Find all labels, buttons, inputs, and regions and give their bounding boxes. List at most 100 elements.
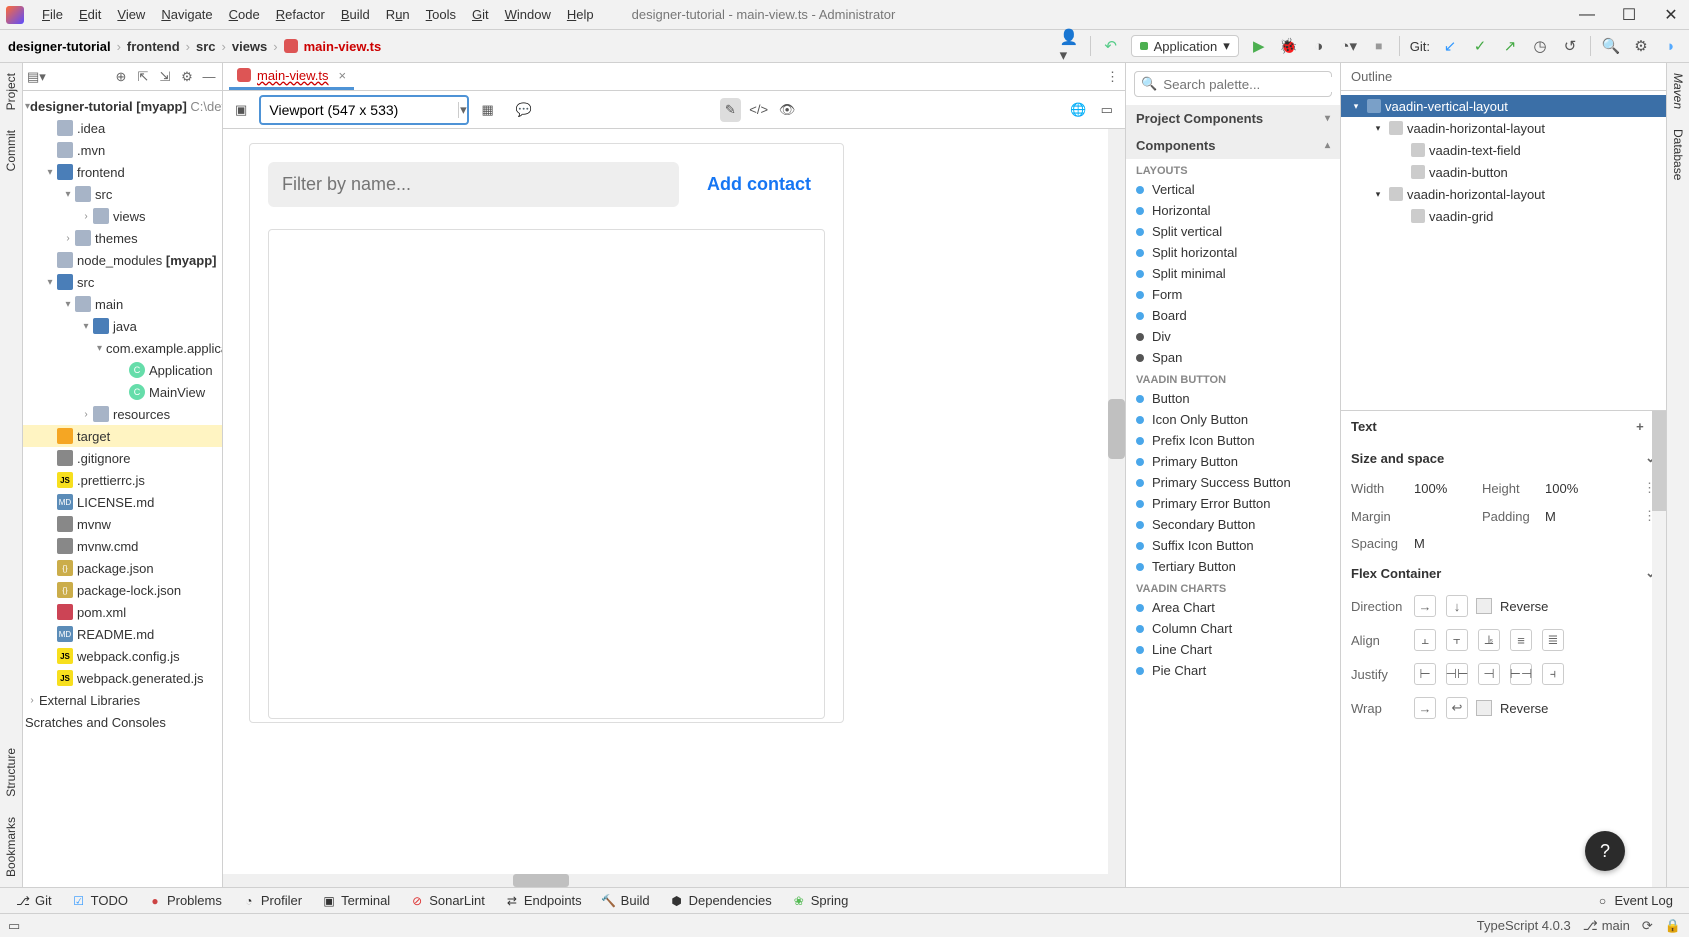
justify-center-icon[interactable]: ⊣⊢: [1446, 663, 1468, 685]
palette-item[interactable]: Split vertical: [1126, 221, 1340, 242]
add-contact-button[interactable]: Add contact: [693, 164, 825, 205]
design-canvas[interactable]: Add contact: [249, 143, 844, 723]
palette-item[interactable]: Button: [1126, 388, 1340, 409]
align-center-icon[interactable]: ⫟: [1446, 629, 1468, 651]
palette-item[interactable]: Horizontal: [1126, 200, 1340, 221]
palette-item[interactable]: Prefix Icon Button: [1126, 430, 1340, 451]
direction-col-icon[interactable]: ↓: [1446, 595, 1468, 617]
palette-item[interactable]: Primary Button: [1126, 451, 1340, 472]
collapse-icon[interactable]: ⇲: [156, 69, 174, 85]
code-mode-icon[interactable]: </>: [749, 98, 769, 122]
spacing-field[interactable]: M: [1414, 536, 1474, 551]
expand-icon[interactable]: ⇱: [134, 69, 152, 85]
palette-item[interactable]: Line Chart: [1126, 639, 1340, 660]
width-field[interactable]: 100%: [1414, 481, 1474, 496]
tree-item[interactable]: mvnw: [23, 513, 222, 535]
status-icon[interactable]: ▭: [8, 918, 20, 934]
bottom-eventlog[interactable]: ○Event Log: [1587, 891, 1681, 910]
menu-window[interactable]: Window: [497, 3, 559, 26]
debug-icon[interactable]: 🐞: [1279, 36, 1299, 56]
tree-item[interactable]: {}package-lock.json: [23, 579, 222, 601]
outline-item[interactable]: vaadin-text-field: [1341, 139, 1666, 161]
tab-main-view[interactable]: main-view.ts ×: [229, 63, 354, 90]
coverage-icon[interactable]: ◑: [1309, 36, 1329, 56]
tree-item[interactable]: CApplication: [23, 359, 222, 381]
preview-mode-icon[interactable]: 👁: [777, 98, 797, 122]
search-icon[interactable]: 🔍: [1601, 36, 1621, 56]
reverse-checkbox[interactable]: [1476, 598, 1492, 614]
panel-icon[interactable]: ▭: [1097, 98, 1117, 122]
palette-item[interactable]: Suffix Icon Button: [1126, 535, 1340, 556]
outline-tree[interactable]: ▾vaadin-vertical-layout▾vaadin-horizonta…: [1341, 91, 1666, 411]
outline-item[interactable]: ▾vaadin-horizontal-layout: [1341, 117, 1666, 139]
align-end-icon[interactable]: ⫡: [1478, 629, 1500, 651]
add-icon[interactable]: +: [1636, 419, 1644, 434]
tree-item[interactable]: .idea: [23, 117, 222, 139]
menu-refactor[interactable]: Refactor: [268, 3, 333, 26]
git-history-icon[interactable]: ◷: [1530, 36, 1550, 56]
palette-section-project[interactable]: Project Components▾: [1126, 105, 1340, 132]
git-push-icon[interactable]: ↗: [1500, 36, 1520, 56]
tree-item[interactable]: ›resources: [23, 403, 222, 425]
palette-item[interactable]: Pie Chart: [1126, 660, 1340, 681]
run-icon[interactable]: ▶: [1249, 36, 1269, 56]
viewport-input[interactable]: [261, 102, 458, 118]
grid-placeholder[interactable]: [268, 229, 825, 719]
maximize-icon[interactable]: ☐: [1617, 5, 1641, 25]
tree-item[interactable]: ▾frontend: [23, 161, 222, 183]
tree-item[interactable]: node_modules [myapp]: [23, 249, 222, 271]
tree-item[interactable]: pom.xml: [23, 601, 222, 623]
gutter-project[interactable]: Project: [4, 63, 18, 120]
hammer-icon[interactable]: ↶: [1101, 36, 1121, 56]
palette-item[interactable]: Primary Success Button: [1126, 472, 1340, 493]
breadcrumb[interactable]: designer-tutorial› frontend› src› views›…: [8, 39, 381, 54]
palette-item[interactable]: Column Chart: [1126, 618, 1340, 639]
tree-item[interactable]: MDREADME.md: [23, 623, 222, 645]
tree-item[interactable]: ▾com.example.applica: [23, 337, 222, 359]
tree-item[interactable]: ▾java: [23, 315, 222, 337]
justify-around-icon[interactable]: ⫞: [1542, 663, 1564, 685]
profile-icon[interactable]: ◔▾: [1339, 36, 1359, 56]
height-field[interactable]: 100%: [1545, 481, 1605, 496]
gutter-maven[interactable]: Maven: [1671, 63, 1685, 119]
palette-item[interactable]: Primary Error Button: [1126, 493, 1340, 514]
palette-item[interactable]: Vertical: [1126, 179, 1340, 200]
props-size-section[interactable]: Size and space ⌄: [1341, 442, 1666, 474]
edit-mode-icon[interactable]: ✎: [720, 98, 740, 122]
menu-tools[interactable]: Tools: [418, 3, 464, 26]
bottom-sonarlint[interactable]: ⊘SonarLint: [402, 891, 493, 910]
outline-item[interactable]: vaadin-button: [1341, 161, 1666, 183]
outline-item[interactable]: vaadin-grid: [1341, 205, 1666, 227]
align-baseline-icon[interactable]: ≣: [1542, 629, 1564, 651]
tree-item[interactable]: target: [23, 425, 222, 447]
close-icon[interactable]: ✕: [1659, 5, 1683, 25]
add-icon[interactable]: ⊕: [112, 69, 130, 85]
gutter-structure[interactable]: Structure: [4, 738, 18, 807]
project-view-icon[interactable]: ▤▾: [27, 69, 45, 85]
palette-item[interactable]: Div: [1126, 326, 1340, 347]
tree-item[interactable]: MDLICENSE.md: [23, 491, 222, 513]
palette-item[interactable]: Form: [1126, 284, 1340, 305]
status-lock-icon[interactable]: 🔒: [1665, 918, 1681, 934]
close-tab-icon[interactable]: ×: [339, 68, 347, 83]
gutter-commit[interactable]: Commit: [4, 120, 18, 181]
align-start-icon[interactable]: ⫠: [1414, 629, 1436, 651]
wrap-reverse-checkbox[interactable]: [1476, 700, 1492, 716]
chevron-down-icon[interactable]: ▾: [458, 102, 467, 118]
palette-item[interactable]: Span: [1126, 347, 1340, 368]
filter-input[interactable]: [268, 162, 679, 207]
viewport-dropdown[interactable]: ▾: [259, 95, 469, 125]
run-config-dropdown[interactable]: Application ▾: [1131, 35, 1239, 57]
gutter-bookmarks[interactable]: Bookmarks: [4, 807, 18, 887]
tree-item[interactable]: .gitignore: [23, 447, 222, 469]
outline-item[interactable]: ▾vaadin-vertical-layout: [1341, 95, 1666, 117]
menu-file[interactable]: File: [34, 3, 71, 26]
stop-icon[interactable]: ■: [1369, 36, 1389, 56]
palette-item[interactable]: Icon Only Button: [1126, 409, 1340, 430]
palette-item[interactable]: Tertiary Button: [1126, 556, 1340, 577]
hide-icon[interactable]: —: [200, 69, 218, 84]
menu-edit[interactable]: Edit: [71, 3, 109, 26]
help-fab[interactable]: ?: [1585, 831, 1625, 871]
bottom-git[interactable]: ⎇Git: [8, 891, 60, 910]
wrap-nowrap-icon[interactable]: →: [1414, 697, 1436, 719]
